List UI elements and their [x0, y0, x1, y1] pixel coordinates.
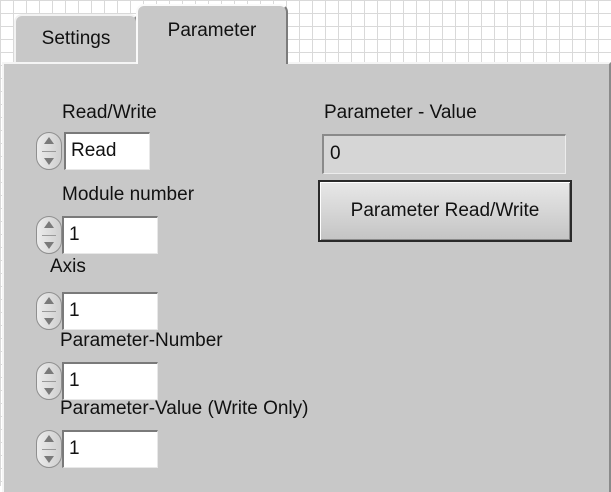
increment-arrow-icon[interactable] — [44, 435, 54, 442]
spinner-divider — [42, 448, 56, 450]
read-write-label: Read/Write — [62, 102, 157, 123]
module-number-field[interactable]: 1 — [62, 216, 158, 254]
spinner-divider — [42, 234, 56, 236]
parameter-number-field[interactable]: 1 — [62, 362, 158, 400]
decrement-arrow-icon[interactable] — [44, 242, 54, 249]
parameter-number-spinner[interactable] — [36, 362, 62, 400]
tab-parameter-label: Parameter — [167, 20, 257, 41]
decrement-arrow-icon[interactable] — [44, 158, 54, 165]
parameter-value-write-spinner[interactable] — [36, 430, 62, 468]
increment-arrow-icon[interactable] — [44, 367, 54, 374]
increment-arrow-icon[interactable] — [44, 297, 54, 304]
increment-arrow-icon[interactable] — [44, 137, 54, 144]
axis-spinner[interactable] — [36, 292, 62, 330]
module-number-spinner[interactable] — [36, 216, 62, 254]
tab-parameter[interactable]: Parameter — [136, 4, 288, 64]
spinner-divider — [42, 150, 56, 152]
tab-settings[interactable]: Settings — [14, 14, 138, 62]
parameter-value-write-field[interactable]: 1 — [62, 430, 158, 468]
decrement-arrow-icon[interactable] — [44, 456, 54, 463]
spinner-divider — [42, 380, 56, 382]
decrement-arrow-icon[interactable] — [44, 388, 54, 395]
read-write-field[interactable]: Read — [64, 132, 150, 170]
decrement-arrow-icon[interactable] — [44, 318, 54, 325]
read-write-spinner[interactable] — [36, 132, 62, 170]
parameter-read-write-button[interactable]: Parameter Read/Write — [318, 180, 572, 242]
tab-settings-label: Settings — [41, 28, 111, 49]
module-number-label: Module number — [62, 184, 195, 205]
spinner-divider — [42, 310, 56, 312]
parameter-value-indicator: 0 — [322, 134, 566, 174]
axis-label: Axis — [50, 256, 86, 277]
parameter-value-write-label: Parameter-Value (Write Only) — [60, 398, 309, 419]
parameter-number-label: Parameter-Number — [60, 330, 223, 351]
parameter-value-label: Parameter - Value — [324, 102, 477, 123]
tab-panel — [2, 62, 611, 492]
axis-field[interactable]: 1 — [62, 292, 158, 330]
increment-arrow-icon[interactable] — [44, 221, 54, 228]
